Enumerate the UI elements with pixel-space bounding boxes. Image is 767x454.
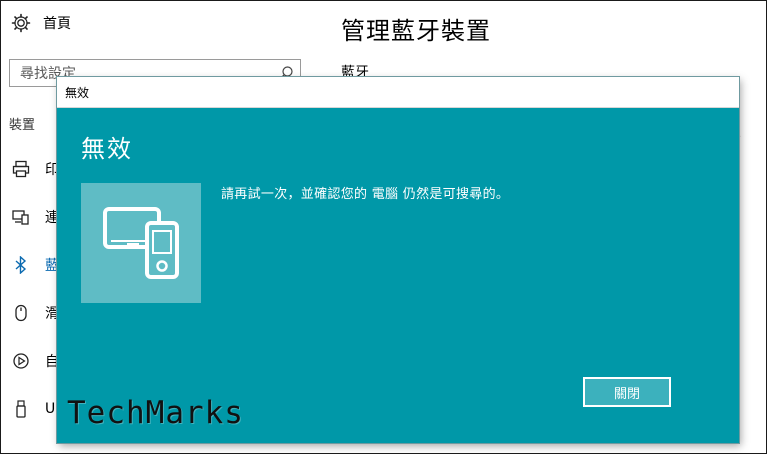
usb-icon [11, 399, 31, 419]
sidebar-item-connected-devices[interactable]: 連 [11, 207, 59, 227]
autoplay-icon [11, 351, 31, 371]
sidebar-item-autoplay[interactable]: 自 [11, 351, 59, 371]
dialog-message: 請再試一次，並確認您的 電腦 仍然是可搜尋的。 [221, 187, 510, 202]
home-nav-item[interactable]: 首頁 [11, 13, 71, 33]
connected-devices-icon [11, 207, 31, 227]
dialog-window-title: 無效 [65, 85, 90, 100]
close-button[interactable]: 關閉 [583, 377, 671, 407]
sidebar-item-usb[interactable]: U [11, 399, 55, 419]
bluetooth-icon [11, 255, 31, 275]
dialog-titlebar[interactable]: 無效 [57, 77, 739, 108]
sidebar-item-mouse[interactable]: 滑 [11, 303, 59, 323]
section-label-devices: 裝置 [9, 118, 36, 133]
settings-window: 首頁 尋找設定 裝置 印 連 藍 滑 自 U 管理藍牙裝置 藍牙 . 無效 無效… [0, 0, 767, 454]
mouse-icon [11, 303, 31, 323]
sidebar-item-printers[interactable]: 印 [11, 159, 59, 179]
home-label: 首頁 [43, 16, 71, 32]
device-tile [81, 183, 201, 303]
invalid-dialog: 無效 無效 請再試一次，並確認您的 電腦 仍然是可搜尋的。 關閉 [57, 77, 739, 443]
dialog-heading: 無效 [81, 135, 133, 163]
printer-icon [11, 159, 31, 179]
close-button-label: 關閉 [613, 386, 640, 402]
page-title: 管理藍牙裝置 [341, 17, 491, 45]
watermark-text: TechMarks [67, 395, 244, 431]
gear-icon [11, 13, 31, 33]
sidebar-item-label: U [45, 401, 56, 417]
sidebar-item-bluetooth[interactable]: 藍 [11, 255, 59, 275]
devices-icon [103, 207, 179, 279]
